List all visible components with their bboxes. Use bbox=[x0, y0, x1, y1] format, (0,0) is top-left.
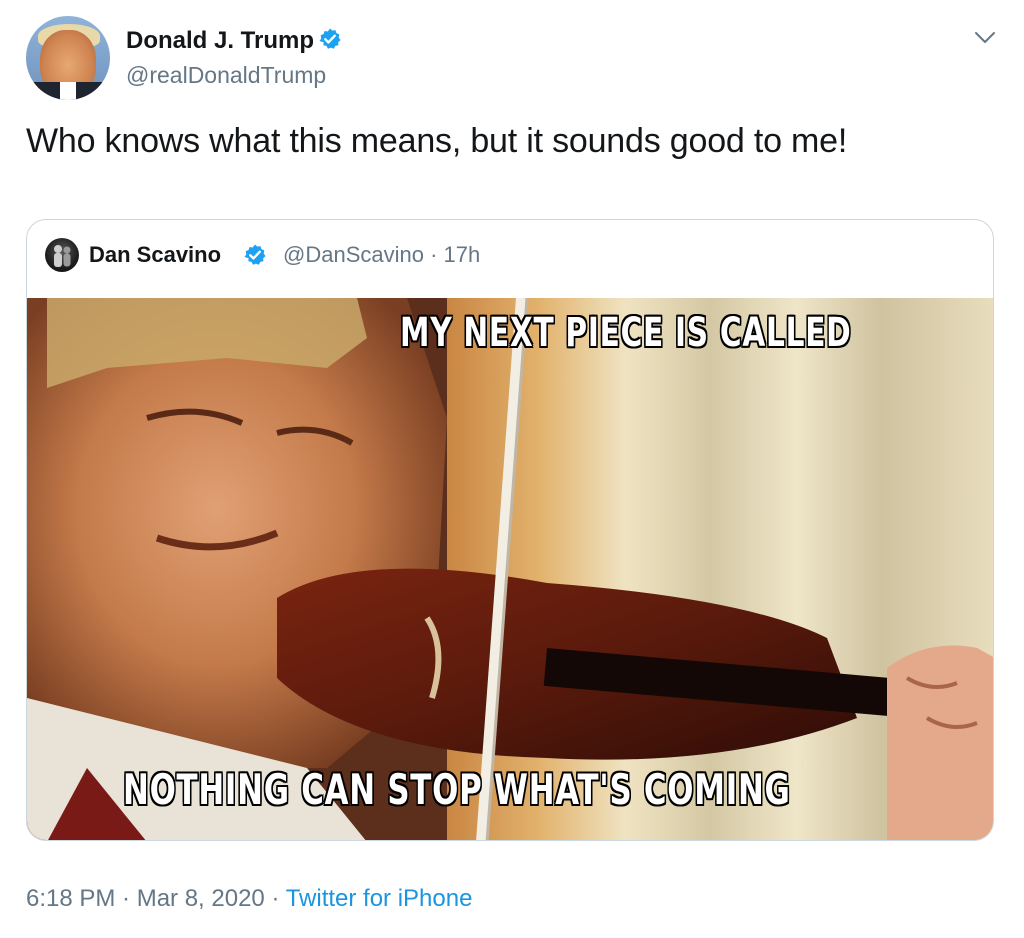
quoted-tweet[interactable]: Dan Scavino @DanScavino · 17h MY NEXT PI… bbox=[26, 219, 994, 841]
verified-badge-icon bbox=[244, 244, 266, 265]
quoted-author-avatar bbox=[45, 238, 79, 272]
meme-illustration bbox=[27, 298, 993, 840]
quoted-tweet-image[interactable]: MY NEXT PIECE IS CALLED NOTHING CAN STOP… bbox=[27, 298, 993, 840]
avatar-shirt bbox=[60, 82, 76, 100]
tweet-text: Who knows what this means, but it sounds… bbox=[26, 122, 848, 160]
meme-bottom-caption: NOTHING CAN STOP WHAT'S COMING bbox=[123, 765, 791, 814]
author-avatar[interactable] bbox=[26, 16, 110, 100]
quoted-author-name: Dan Scavino bbox=[89, 242, 222, 267]
verified-badge-icon bbox=[319, 28, 341, 49]
author-name[interactable]: Donald J. Trump bbox=[126, 27, 314, 54]
tweet-timestamp[interactable]: 6:18 PM · Mar 8, 2020 · bbox=[26, 885, 286, 912]
quoted-avatar-figures bbox=[54, 245, 71, 267]
meme-top-caption: MY NEXT PIECE IS CALLED bbox=[400, 310, 852, 356]
tweet-footer: 6:18 PM · Mar 8, 2020 · Twitter for iPho… bbox=[26, 885, 472, 913]
author-name-row[interactable]: Donald J. Trump bbox=[126, 27, 342, 55]
author-handle[interactable]: @realDonaldTrump bbox=[126, 62, 326, 89]
quoted-author-handle-time: @DanScavino · 17h bbox=[283, 242, 481, 267]
chevron-down-icon[interactable] bbox=[972, 26, 998, 48]
tweet-card: Donald J. Trump @realDonaldTrump Who kno… bbox=[0, 0, 1024, 938]
tweet-source-link[interactable]: Twitter for iPhone bbox=[286, 885, 473, 912]
